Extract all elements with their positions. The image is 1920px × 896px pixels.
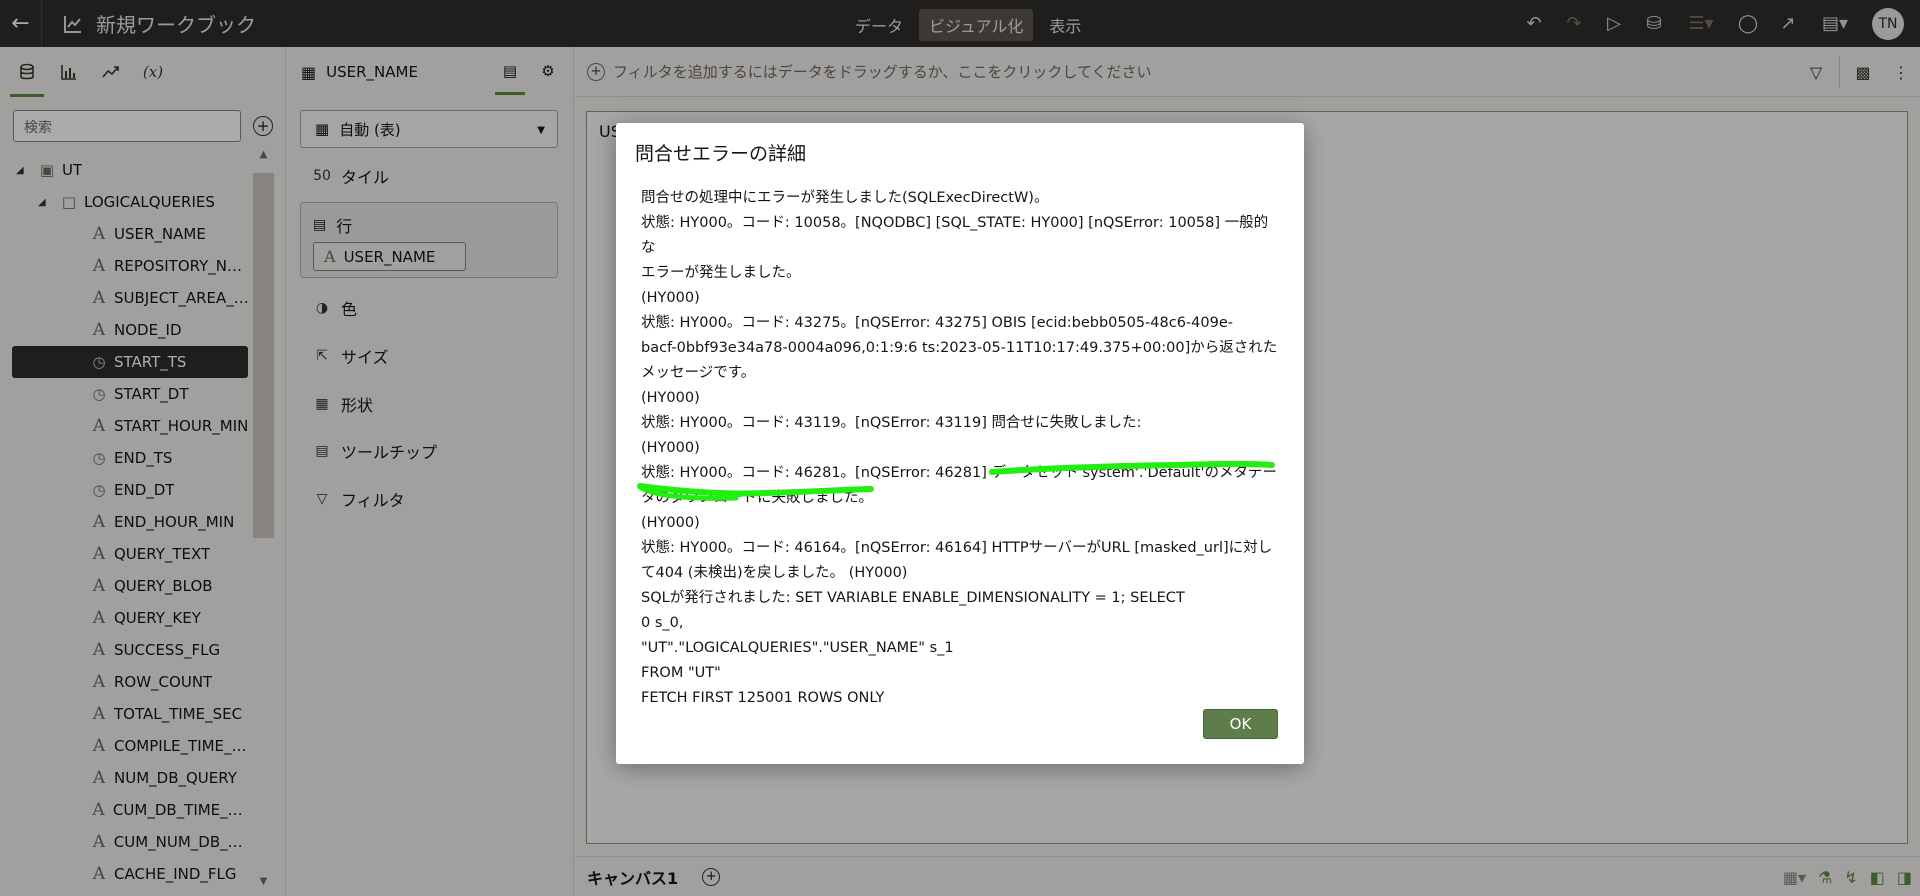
error-message-line: 状態: HY000。コード: 10058。[NQODBC] [SQL_STATE… (641, 215, 1269, 256)
error-message-line: メッセージです。 (641, 365, 756, 381)
error-message-line: 0 s_0, (641, 615, 684, 631)
error-message-line: (HY000) (641, 290, 700, 306)
error-message-line: "UT"."LOGICALQUERIES"."USER_NAME" s_1 (641, 640, 954, 656)
error-message-line: て404 (未検出)を戻しました。 (HY000) (641, 565, 908, 581)
error-message-line: (HY000) (641, 390, 700, 406)
ok-button[interactable]: OK (1203, 709, 1278, 739)
error-message-line: 状態: HY000。コード: 43275。[nQSError: 43275] O… (641, 315, 1233, 331)
query-error-dialog: 問合せエラーの詳細 問合せの処理中にエラーが発生しました(SQLExecDire… (616, 123, 1304, 764)
error-message-line: FROM "UT" (641, 665, 721, 681)
error-message-line: 問合せの処理中にエラーが発生しました(SQLExecDirectW)。 (641, 190, 1049, 206)
error-message-line: タのダウンロードに失敗しました。 (641, 490, 873, 506)
error-message-line: 状態: HY000。コード: 46164。[nQSError: 46164] H… (641, 540, 1273, 556)
dialog-title: 問合せエラーの詳細 (635, 143, 807, 165)
error-message-line: FETCH FIRST 125001 ROWS ONLY (641, 690, 885, 706)
error-message-line: エラーが発生しました。 (641, 265, 801, 281)
error-message-line: (HY000) (641, 440, 700, 456)
error-message-line: SQLが発行されました: SET VARIABLE ENABLE_DIMENSI… (641, 590, 1185, 606)
error-message-line: bacf-0bbf93e34a78-0004a096,0:1:9:6 ts:20… (641, 340, 1278, 356)
error-message-line: (HY000) (641, 515, 700, 531)
error-message-line: 状態: HY000。コード: 46281。[nQSError: 46281] デ… (641, 465, 1277, 481)
error-message: 問合せの処理中にエラーが発生しました(SQLExecDirectW)。状態: H… (641, 186, 1281, 711)
error-message-line: 状態: HY000。コード: 43119。[nQSError: 43119] 問… (641, 415, 1142, 431)
